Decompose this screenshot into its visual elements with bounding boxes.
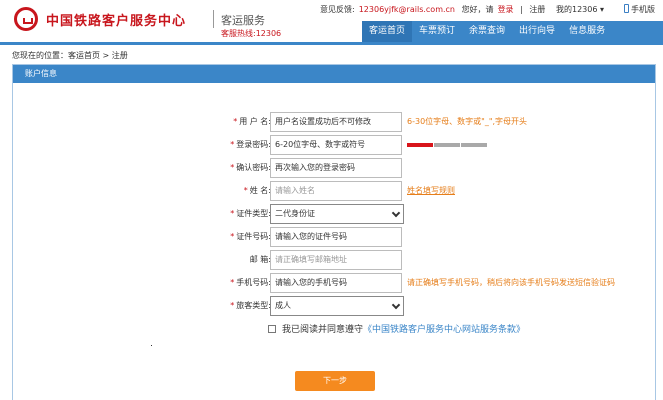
breadcrumb-prefix: 您现在的位置： xyxy=(12,51,68,60)
email-label: 邮 箱: xyxy=(249,255,271,264)
passenger-type-select[interactable]: 成人 xyxy=(270,296,404,316)
nav-item-booking[interactable]: 车票预订 xyxy=(412,21,462,42)
username-input[interactable]: 用户名设置成功后不可修改 xyxy=(270,112,402,132)
greeting-text: 您好，请 xyxy=(461,5,494,14)
mobile-input[interactable]: 请输入您的手机号码 xyxy=(270,273,402,293)
nav-item-guide[interactable]: 出行向导 xyxy=(512,21,562,42)
hotline-text: 客服热线:12306 xyxy=(221,29,282,38)
required-mark: * xyxy=(230,209,235,218)
top-links: 意见反馈: 12306yjfk@rails.com.cn 您好，请 登录 | 注册 xyxy=(320,4,549,15)
agree-checkbox[interactable] xyxy=(268,325,276,333)
strength-segment-strong xyxy=(461,143,487,147)
terms-link[interactable]: 《中国铁路客户服务中心网站服务条款》 xyxy=(363,325,525,335)
agreement-row: 我已阅读并同意遵守《中国铁路客户服务中心网站服务条款》 xyxy=(268,322,525,335)
password-input[interactable]: 6-20位字母、数字或符号 xyxy=(270,135,402,155)
stray-dot xyxy=(151,345,152,346)
breadcrumb-home-link[interactable]: 客运首页 xyxy=(68,51,100,60)
breadcrumb-separator: > xyxy=(100,51,112,60)
feedback-label: 意见反馈: xyxy=(320,5,355,14)
nav-item-home[interactable]: 客运首页 xyxy=(362,21,413,42)
id-number-label: * 证件号码: xyxy=(230,232,271,241)
my12306-dropdown[interactable]: 我的12306 ▾ xyxy=(556,4,604,15)
required-mark: * xyxy=(230,140,235,149)
logo-divider xyxy=(213,10,214,28)
mobile-version-label: 手机版 xyxy=(631,5,655,14)
site-logo-text[interactable]: 中国铁路客户服务中心 xyxy=(46,10,186,29)
register-link[interactable]: 注册 xyxy=(529,5,545,14)
mobile-label: * 手机号码: xyxy=(230,278,271,287)
account-info-panel: 账户信息 * 用 户 名: 用户名设置成功后不可修改 6-30位字母、数字或"_"… xyxy=(12,64,656,400)
username-label: * 用 户 名: xyxy=(233,117,271,126)
header-divider xyxy=(0,42,663,45)
agreement-text: 我已阅读并同意遵守 xyxy=(282,325,364,335)
password-strength-meter xyxy=(407,143,487,147)
passenger-type-value: 成人 xyxy=(275,301,291,310)
required-mark: * xyxy=(230,301,235,310)
confirm-password-input[interactable]: 再次输入您的登录密码 xyxy=(270,158,402,178)
next-step-button[interactable]: 下一步 xyxy=(295,371,375,391)
panel-title: 账户信息 xyxy=(13,65,655,83)
required-mark: * xyxy=(230,163,235,172)
feedback-email-link[interactable]: 12306yjfk@rails.com.cn xyxy=(359,5,455,14)
name-rules-link[interactable]: 姓名填写规则 xyxy=(407,181,455,201)
password-label: * 登录密码: xyxy=(230,140,271,149)
nav-item-info[interactable]: 信息服务 xyxy=(562,21,612,42)
strength-segment-medium xyxy=(434,143,460,147)
strength-segment-weak xyxy=(407,143,433,147)
id-type-value: 二代身份证 xyxy=(275,209,315,218)
site-subtitle: 客运服务 xyxy=(221,14,265,27)
id-number-input[interactable]: 请输入您的证件号码 xyxy=(270,227,402,247)
chevron-down-icon xyxy=(391,300,401,310)
email-input[interactable]: 请正确填写邮箱地址 xyxy=(270,250,402,270)
railway-logo-icon[interactable] xyxy=(14,7,38,31)
login-link[interactable]: 登录 xyxy=(498,5,514,14)
id-type-label: * 证件类型: xyxy=(230,209,271,218)
name-input[interactable]: 请输入姓名 xyxy=(270,181,402,201)
phone-icon xyxy=(624,4,629,13)
site-header: 中国铁路客户服务中心 客运服务 客服热线:12306 意见反馈: 12306yjf… xyxy=(0,0,663,42)
nav-item-tickets[interactable]: 余票查询 xyxy=(462,21,512,42)
mobile-hint: 请正确填写手机号码，稍后将向该手机号码发送短信验证码 xyxy=(407,278,615,287)
required-mark: * xyxy=(230,232,235,241)
confirm-password-label: * 确认密码: xyxy=(230,163,271,172)
id-type-select[interactable]: 二代身份证 xyxy=(270,204,404,224)
chevron-down-icon xyxy=(391,208,401,218)
required-mark: * xyxy=(230,278,235,287)
required-mark: * xyxy=(233,117,238,126)
main-nav: 客运首页 车票预订 余票查询 出行向导 信息服务 xyxy=(362,21,663,42)
breadcrumb-current: 注册 xyxy=(111,51,128,60)
top-separator: | xyxy=(520,5,523,14)
breadcrumb: 您现在的位置：客运首页 > 注册 xyxy=(12,50,128,61)
required-mark: * xyxy=(243,186,248,195)
username-hint: 6-30位字母、数字或"_",字母开头 xyxy=(407,117,528,126)
passenger-type-label: * 旅客类型: xyxy=(230,301,271,310)
mobile-version-link[interactable]: 手机版 xyxy=(624,4,655,15)
name-label: * 姓 名: xyxy=(243,186,271,195)
